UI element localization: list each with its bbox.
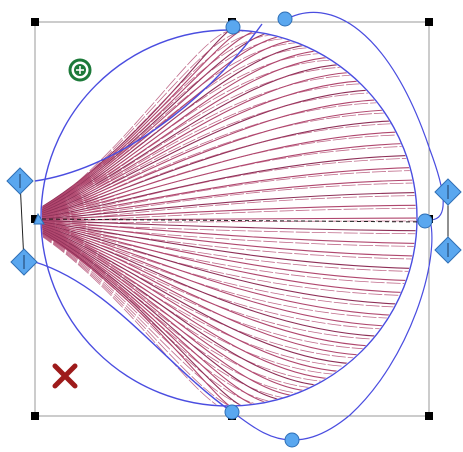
control-point-icon[interactable]: [225, 19, 241, 35]
control-point-icon[interactable]: [224, 404, 240, 420]
diamond-handle-icon[interactable]: [434, 178, 462, 206]
stitch-line: [42, 80, 362, 215]
stitch-line: [42, 227, 377, 340]
control-point-icon[interactable]: [277, 11, 293, 27]
rotation-pivot-icon[interactable]: [68, 58, 92, 82]
selection-handle-top-left[interactable]: [31, 18, 39, 26]
design-svg[interactable]: [0, 0, 463, 452]
stitch-line: [42, 217, 416, 221]
diamond-handle-icon[interactable]: [434, 236, 462, 264]
control-curve-top[interactable]: [284, 11, 444, 221]
control-point-icon[interactable]: [284, 432, 300, 448]
selection-handle-top-right[interactable]: [425, 18, 433, 26]
stitch-line: [42, 220, 416, 244]
diamond-handle-icon[interactable]: [6, 167, 34, 195]
delete-x-icon[interactable]: [52, 363, 78, 389]
selection-handle-bottom-right[interactable]: [425, 412, 433, 420]
control-point-icon[interactable]: [417, 213, 433, 229]
embroidery-canvas[interactable]: [0, 0, 463, 452]
stitch-line: [42, 227, 385, 330]
diamond-handle-icon[interactable]: [10, 248, 38, 276]
stitch-line: [42, 31, 247, 212]
selection-handle-bottom-left[interactable]: [31, 412, 39, 420]
